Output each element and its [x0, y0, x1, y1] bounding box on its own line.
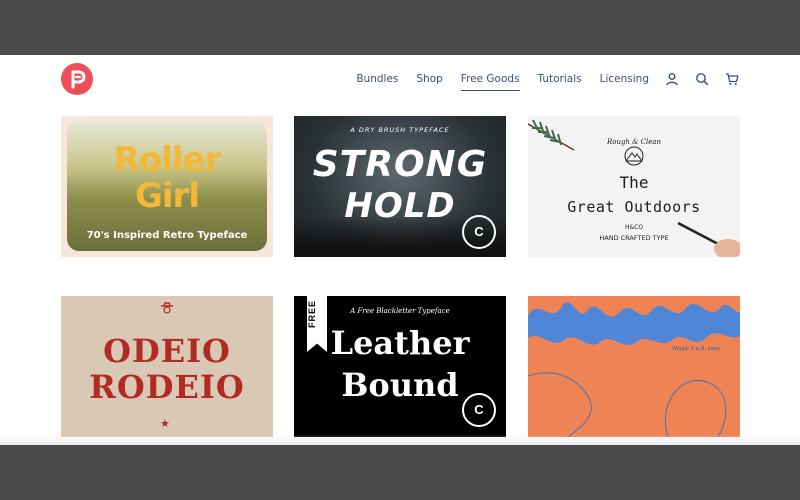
product-card-roller-girl[interactable]: Roller Girl 70's Inspired Retro Typeface: [61, 116, 273, 257]
card-title-line1: ODEIO: [103, 332, 231, 370]
card-title-line2: RODEIO: [89, 368, 245, 406]
mountain-icon: [624, 146, 644, 166]
hustle-seal-icon: [462, 215, 496, 249]
card-tagline: Rough & Clean: [606, 138, 662, 146]
nav-licensing[interactable]: Licensing: [600, 73, 649, 85]
card-title-line1: Leather: [330, 324, 470, 362]
logo-icon[interactable]: [61, 63, 93, 95]
cowboy-face-icon: [161, 302, 173, 314]
frame-bottom: [0, 445, 800, 500]
star-icon: ★: [160, 418, 170, 430]
product-card-wiggle[interactable]: Wiggle it a lil, baby: [528, 296, 740, 437]
search-icon[interactable]: [695, 72, 709, 86]
account-icon[interactable]: [665, 72, 679, 86]
card-tagline: Wiggle it a lil, baby: [672, 346, 720, 352]
card-title-line1: The: [619, 173, 649, 192]
hustle-seal-icon: [462, 393, 496, 427]
pine-branch-icon: [528, 119, 575, 151]
page: Bundles Shop Free Goods Tutorials Licens…: [0, 55, 800, 445]
card-title-line2: Great Outdoors: [567, 198, 701, 216]
nav-shop[interactable]: Shop: [416, 73, 442, 85]
wiggle-lines: [528, 372, 727, 437]
product-card-great-outdoors[interactable]: Rough & Clean The Great Outdoors H&CO HA…: [528, 116, 740, 257]
page-fade: [0, 435, 800, 445]
cart-icon[interactable]: [725, 72, 739, 86]
product-card-strong-hold[interactable]: A DRY BRUSH TYPEFACE STRONG HOLD: [294, 116, 506, 257]
nav-tutorials[interactable]: Tutorials: [538, 73, 582, 85]
card-tagline: 70's Inspired Retro Typeface: [86, 230, 248, 241]
card-title-line1: Roller: [113, 140, 222, 180]
card-tagline: A Free Blackletter Typeface: [350, 307, 450, 315]
pen-hand-icon: [677, 221, 740, 257]
card-title-line1: STRONG: [312, 144, 488, 185]
card-tagline: A DRY BRUSH TYPEFACE: [350, 126, 450, 134]
product-card-odeio-rodeio[interactable]: ODEIO RODEIO ★: [61, 296, 273, 437]
main-nav: Bundles Shop Free Goods Tutorials Licens…: [356, 72, 739, 91]
nav-free-goods[interactable]: Free Goods: [460, 73, 520, 91]
product-card-leather-bound[interactable]: FREE A Free Blackletter Typeface Leather…: [294, 296, 506, 437]
card-title-line2: Girl: [135, 176, 200, 216]
nav-bundles[interactable]: Bundles: [356, 73, 398, 85]
